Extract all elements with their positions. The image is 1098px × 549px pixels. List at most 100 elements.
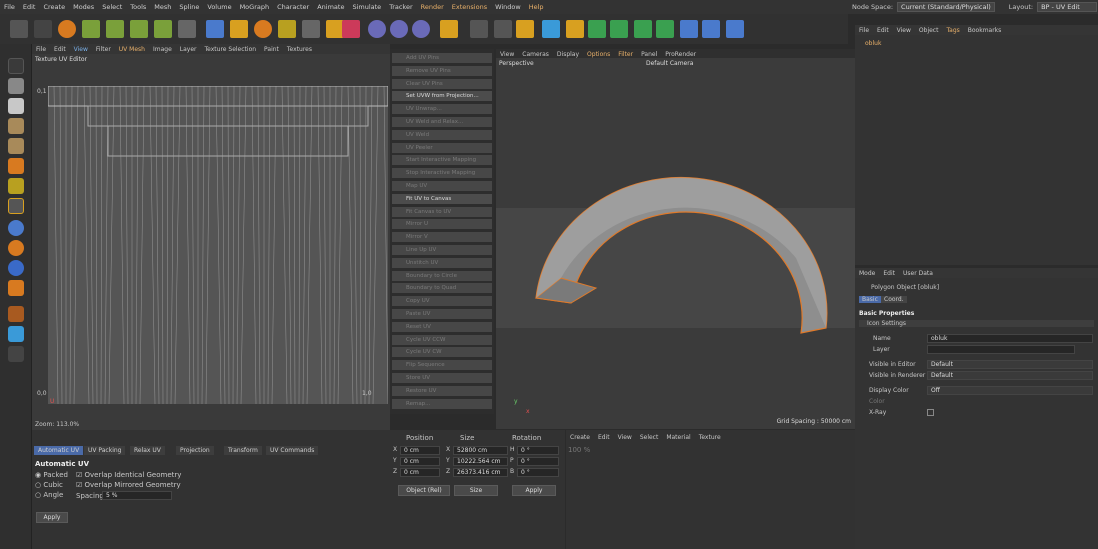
select-tool-icon[interactable] xyxy=(278,20,296,38)
attr-tab-basic[interactable]: Basic xyxy=(859,296,881,303)
points-mode-icon[interactable] xyxy=(8,118,24,134)
node-space-dropdown[interactable]: Current (Standard/Physical) xyxy=(897,2,995,12)
move-icon[interactable] xyxy=(82,20,100,38)
visible-renderer-dropdown[interactable]: Default xyxy=(927,371,1093,380)
om-menu-tags[interactable]: Tags xyxy=(942,27,963,34)
xray-checkbox[interactable] xyxy=(927,409,934,416)
transform-icon[interactable] xyxy=(178,20,196,38)
rotation-field[interactable]: 0 ° xyxy=(517,446,559,455)
axis-mode-icon[interactable] xyxy=(8,198,24,214)
uv-command-item[interactable]: Unstitch UV xyxy=(392,257,492,268)
menu-extensions[interactable]: Extensions xyxy=(448,3,491,11)
rotation-field[interactable]: 0 ° xyxy=(517,457,559,466)
layer-icon[interactable] xyxy=(8,306,24,322)
model-mode-icon[interactable] xyxy=(154,20,172,38)
uv-menu-uvmesh[interactable]: UV Mesh xyxy=(115,46,149,53)
vp-menu-cameras[interactable]: Cameras xyxy=(518,51,553,58)
uv-command-item[interactable]: Paste UV xyxy=(392,309,492,319)
uv-command-item[interactable]: Remap... xyxy=(392,398,492,409)
tab-projection[interactable]: Projection xyxy=(176,446,214,455)
menu-tracker[interactable]: Tracker xyxy=(385,3,416,11)
om-menu-edit[interactable]: Edit xyxy=(873,27,893,34)
scale-icon[interactable] xyxy=(106,20,124,38)
x-axis-icon[interactable] xyxy=(368,20,386,38)
menu-file[interactable]: File xyxy=(0,3,19,11)
uv-menu-paint[interactable]: Paint xyxy=(260,46,283,53)
texture-mode-icon[interactable] xyxy=(8,98,24,114)
coords-apply-button[interactable]: Apply xyxy=(512,485,556,496)
visible-editor-dropdown[interactable]: Default xyxy=(927,360,1093,369)
uv-command-item[interactable]: Set UVW from Projection... xyxy=(392,91,492,102)
uv-menu-layer[interactable]: Layer xyxy=(176,46,201,53)
snap-enable-icon[interactable] xyxy=(8,220,24,236)
object-row-obluk[interactable]: obluk xyxy=(865,40,881,47)
om-menu-view[interactable]: View xyxy=(893,27,915,34)
make-editable-icon[interactable] xyxy=(8,78,24,94)
mat-menu-material[interactable]: Material xyxy=(662,434,694,441)
menu-spline[interactable]: Spline xyxy=(175,3,203,11)
move-tool-icon[interactable] xyxy=(206,20,224,38)
uv-wireframe[interactable] xyxy=(48,86,388,404)
uv-command-item[interactable]: Cycle UV CW xyxy=(392,347,492,358)
uv-menu-textures[interactable]: Textures xyxy=(283,46,316,53)
size-field[interactable]: 26373.416 cm xyxy=(453,468,508,477)
vp-menu-panel[interactable]: Panel xyxy=(637,51,661,58)
uv-command-item[interactable]: UV Weld and Relax... xyxy=(392,117,492,127)
menu-select[interactable]: Select xyxy=(98,3,126,11)
arch-object[interactable] xyxy=(496,58,855,429)
subdivision-icon[interactable] xyxy=(588,20,606,38)
render-picture-icon[interactable] xyxy=(494,20,512,38)
render-view-icon[interactable] xyxy=(470,20,488,38)
live-selection-icon[interactable] xyxy=(58,20,76,38)
tab-automatic-uv[interactable]: Automatic UV xyxy=(34,446,84,455)
uv-menu-file[interactable]: File xyxy=(32,46,50,53)
uv-command-item[interactable]: Stop Interactive Mapping xyxy=(392,168,492,179)
rotate-tool-icon[interactable] xyxy=(254,20,272,38)
mat-menu-select[interactable]: Select xyxy=(636,434,663,441)
mat-menu-create[interactable]: Create xyxy=(566,434,594,441)
uv-menu-view[interactable]: View xyxy=(70,46,92,53)
uv-command-item[interactable]: Fit Canvas to UV xyxy=(392,206,492,217)
menu-tools[interactable]: Tools xyxy=(126,3,150,11)
render-settings-icon[interactable] xyxy=(516,20,534,38)
snap-settings-icon[interactable] xyxy=(8,240,24,256)
overlap-mirrored-checkbox[interactable]: ☑ Overlap Mirrored Geometry xyxy=(76,481,181,489)
camera-icon[interactable] xyxy=(702,20,720,38)
coord-mode-dropdown[interactable]: Object (Rel) xyxy=(398,485,450,496)
radio-cubic[interactable]: ○ Cubic xyxy=(35,481,63,489)
overlap-identical-checkbox[interactable]: ☑ Overlap Identical Geometry xyxy=(76,471,181,479)
uv-command-item[interactable]: Reset UV xyxy=(392,321,492,332)
vp-menu-options[interactable]: Options xyxy=(583,51,614,58)
radio-angle[interactable]: ○ Angle xyxy=(35,491,63,499)
uv-command-item[interactable]: Remove UV Pins xyxy=(392,65,492,76)
vp-menu-view[interactable]: View xyxy=(496,51,518,58)
spacing-field[interactable]: 5 % xyxy=(102,491,172,500)
menu-simulate[interactable]: Simulate xyxy=(348,3,385,11)
menu-modes[interactable]: Modes xyxy=(69,3,98,11)
uv-command-item[interactable]: Fit UV to Canvas xyxy=(392,193,492,204)
paint-icon[interactable] xyxy=(8,326,24,342)
uv-menu-filter[interactable]: Filter xyxy=(92,46,115,53)
icon-settings-group[interactable]: Icon Settings xyxy=(859,320,1094,327)
menu-animate[interactable]: Animate xyxy=(313,3,348,11)
position-field[interactable]: 0 cm xyxy=(400,457,440,466)
uv-command-item[interactable]: Copy UV xyxy=(392,296,492,307)
om-menu-file[interactable]: File xyxy=(855,27,873,34)
display-color-dropdown[interactable]: Off xyxy=(927,386,1093,395)
uv-command-item[interactable]: UV Peeler xyxy=(392,142,492,153)
uv-command-item[interactable]: Store UV xyxy=(392,373,492,383)
vp-menu-display[interactable]: Display xyxy=(553,51,583,58)
grid-tool-icon[interactable] xyxy=(302,20,320,38)
om-menu-object[interactable]: Object xyxy=(915,27,943,34)
uv-command-item[interactable]: Cycle UV CCW xyxy=(392,334,492,345)
light-icon[interactable] xyxy=(726,20,744,38)
vp-menu-filter[interactable]: Filter xyxy=(614,51,637,58)
edges-mode-icon[interactable] xyxy=(8,138,24,154)
attr-tab-coord[interactable]: Coord. xyxy=(881,296,907,303)
uv-menu-image[interactable]: Image xyxy=(149,46,176,53)
mat-menu-texture[interactable]: Texture xyxy=(695,434,725,441)
rotate-icon[interactable] xyxy=(130,20,148,38)
rotation-field[interactable]: 0 ° xyxy=(517,468,559,477)
mat-menu-edit[interactable]: Edit xyxy=(594,434,614,441)
position-field[interactable]: 0 cm xyxy=(400,446,440,455)
